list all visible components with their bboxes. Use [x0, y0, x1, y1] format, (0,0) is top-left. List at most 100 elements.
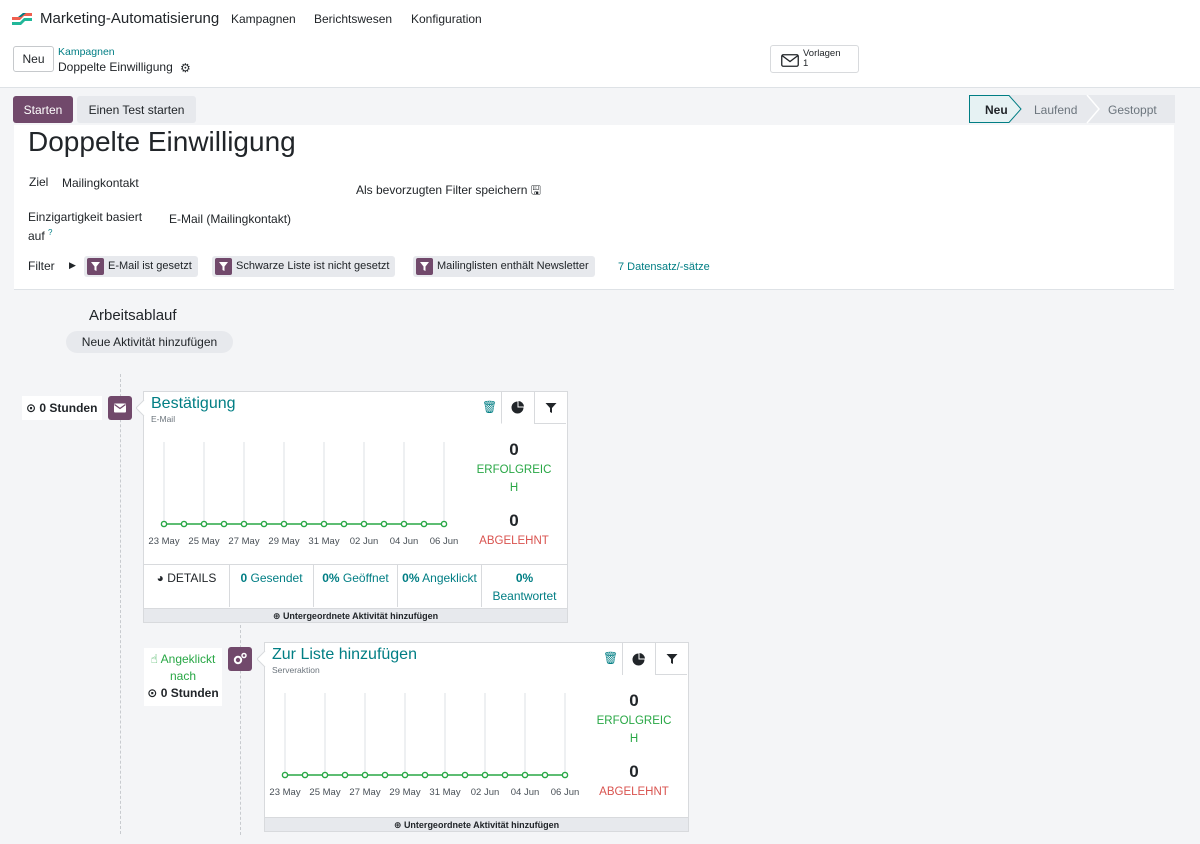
templates-label: Vorlagen — [803, 48, 841, 59]
stat-replied[interactable]: 0% Beantwortet — [482, 565, 567, 607]
app-logo-icon[interactable] — [12, 12, 32, 26]
chart-point — [401, 771, 409, 779]
breadcrumb-current: Doppelte Einwilligung — [58, 60, 173, 74]
chart-tick-label: 31 May — [429, 787, 460, 798]
gear-icon[interactable]: ⚙ — [180, 61, 191, 75]
trash-icon[interactable]: 🗑 — [482, 400, 497, 414]
chart-point — [180, 520, 188, 528]
save-favorite-filter-link[interactable]: Als bevorzugten Filter speichern 🖫 — [356, 181, 541, 202]
chart-point — [340, 520, 348, 528]
chart-point — [440, 520, 448, 528]
filter-icon — [666, 653, 677, 664]
activity-title-link[interactable]: Bestätigung — [151, 395, 236, 413]
start-test-button[interactable]: Einen Test starten — [77, 96, 196, 123]
add-child-activity-button[interactable]: ⊕ Untergeordnete Aktivität hinzufügen — [265, 817, 688, 831]
target-label: Ziel — [29, 175, 49, 189]
chart-tick-label: 06 Jun — [551, 787, 580, 798]
stage-stopped[interactable]: Gestoppt — [1108, 96, 1157, 123]
chart-point — [541, 771, 549, 779]
activity-trigger-time: ⊙ 0 Stunden — [22, 396, 102, 420]
success-label: ERFOLGREIC H — [589, 712, 679, 748]
rejected-count: 0 — [509, 511, 519, 530]
success-label-line1: ERFOLGREIC — [596, 715, 672, 727]
filter-icon — [545, 402, 556, 413]
chart-point — [561, 771, 569, 779]
email-activity-badge — [108, 396, 132, 420]
stat-sent[interactable]: 0 Gesendet — [230, 565, 314, 607]
chart-point — [220, 520, 228, 528]
stage-new[interactable]: Neu — [985, 96, 1008, 123]
activity-title-link[interactable]: Zur Liste hinzufügen — [272, 646, 417, 664]
filter-tag-email-set[interactable]: E-Mail ist gesetzt — [84, 256, 198, 277]
envelope-icon — [781, 54, 799, 67]
chart-point — [300, 520, 308, 528]
filter-tag-blacklist[interactable]: Schwarze Liste ist nicht gesetzt — [212, 256, 396, 277]
activity-filter-tab[interactable] — [655, 643, 687, 675]
chart-tick-label: 25 May — [188, 536, 219, 547]
templates-smart-button[interactable]: Vorlagen 1 — [770, 45, 859, 73]
target-field[interactable]: Mailingkontakt — [62, 176, 139, 190]
details-button[interactable]: ◕ DETAILS — [144, 565, 230, 607]
filter-tag-mailing-list[interactable]: Mailinglisten enthält Newsletter — [413, 256, 595, 277]
success-count: 0 — [509, 440, 519, 459]
new-button[interactable]: Neu — [13, 46, 54, 72]
filter-tag-text: Mailinglisten enthält Newsletter — [437, 260, 589, 272]
start-button[interactable]: Starten — [13, 96, 73, 123]
stat-clicked-value: 0% — [402, 571, 420, 585]
activity-chart-2: 23 May 25 May 27 May 29 May 31 May 02 Jun 04 J… — [269, 693, 580, 798]
activity-type: Serveraktion — [272, 665, 320, 675]
trigger-time-text: 0 Stunden — [39, 401, 98, 415]
chart-point — [320, 520, 328, 528]
chart-point — [381, 771, 389, 779]
success-label-line1: ERFOLGREIC — [476, 464, 552, 476]
chart-point — [281, 771, 289, 779]
pie-chart-icon — [511, 401, 524, 414]
trash-icon[interactable]: 🗑 — [603, 651, 618, 665]
workflow-connector — [120, 374, 121, 834]
uniqueness-label-tail: auf — [28, 229, 45, 243]
chart-point — [160, 520, 168, 528]
filter-tag-text: Schwarze Liste ist nicht gesetzt — [236, 260, 390, 272]
stat-replied-label: Beantwortet — [492, 589, 557, 603]
uniqueness-field[interactable]: E-Mail (Mailingkontakt) — [169, 212, 291, 226]
stage-running[interactable]: Laufend — [1034, 96, 1077, 123]
nav-konfiguration[interactable]: Konfiguration — [411, 12, 482, 26]
chart-tick-label: 04 Jun — [390, 536, 419, 547]
success-label-line2: H — [629, 733, 639, 745]
success-label-line2: H — [509, 482, 519, 494]
app-title[interactable]: Marketing-Automatisierung — [40, 10, 219, 27]
server-action-badge — [228, 647, 252, 671]
add-activity-button[interactable]: Neue Aktivität hinzufügen — [66, 331, 233, 353]
card-pointer — [257, 651, 266, 667]
chart-point — [420, 520, 428, 528]
floppy-icon: 🖫 — [530, 183, 541, 197]
nav-kampagnen[interactable]: Kampagnen — [231, 12, 296, 26]
chart-tick-label: 25 May — [309, 787, 340, 798]
chart-tick-label: 02 Jun — [471, 787, 500, 798]
add-child-label: Untergeordnete Aktivität hinzufügen — [282, 611, 439, 621]
activity-type: E-Mail — [151, 414, 176, 424]
records-count-link[interactable]: 7 Datensatz/-sätze — [618, 261, 710, 273]
activity-filter-tab[interactable] — [534, 392, 566, 424]
chart-point — [501, 771, 509, 779]
chart-tick-label: 29 May — [268, 536, 299, 547]
nav-berichtswesen[interactable]: Berichtswesen — [314, 12, 392, 26]
help-tooltip-icon[interactable]: ? — [48, 228, 52, 237]
chart-point — [301, 771, 309, 779]
caret-right-icon[interactable]: ▶ — [69, 260, 76, 271]
activity-stats-tab[interactable] — [622, 643, 654, 675]
chart-point — [481, 771, 489, 779]
activity-stats-tab[interactable] — [501, 392, 533, 424]
rejected-label: ABGELEHNT — [599, 786, 669, 798]
clock-icon: ⊙ — [147, 686, 158, 700]
uniqueness-label-2: auf ? — [28, 228, 52, 243]
stat-clicked[interactable]: 0% Angeklickt — [398, 565, 482, 607]
filter-icon — [416, 258, 433, 275]
stat-opened[interactable]: 0% Geöffnet — [314, 565, 398, 607]
add-child-activity-button[interactable]: ⊕ Untergeordnete Aktivität hinzufügen — [144, 608, 567, 622]
campaign-title-input[interactable]: Doppelte Einwilligung — [28, 126, 296, 158]
pie-chart-icon: ◕ — [156, 571, 164, 585]
chart-tick-label: 02 Jun — [350, 536, 379, 547]
chart-tick-label: 06 Jun — [430, 536, 459, 547]
breadcrumb-parent-link[interactable]: Kampagnen — [58, 46, 115, 58]
